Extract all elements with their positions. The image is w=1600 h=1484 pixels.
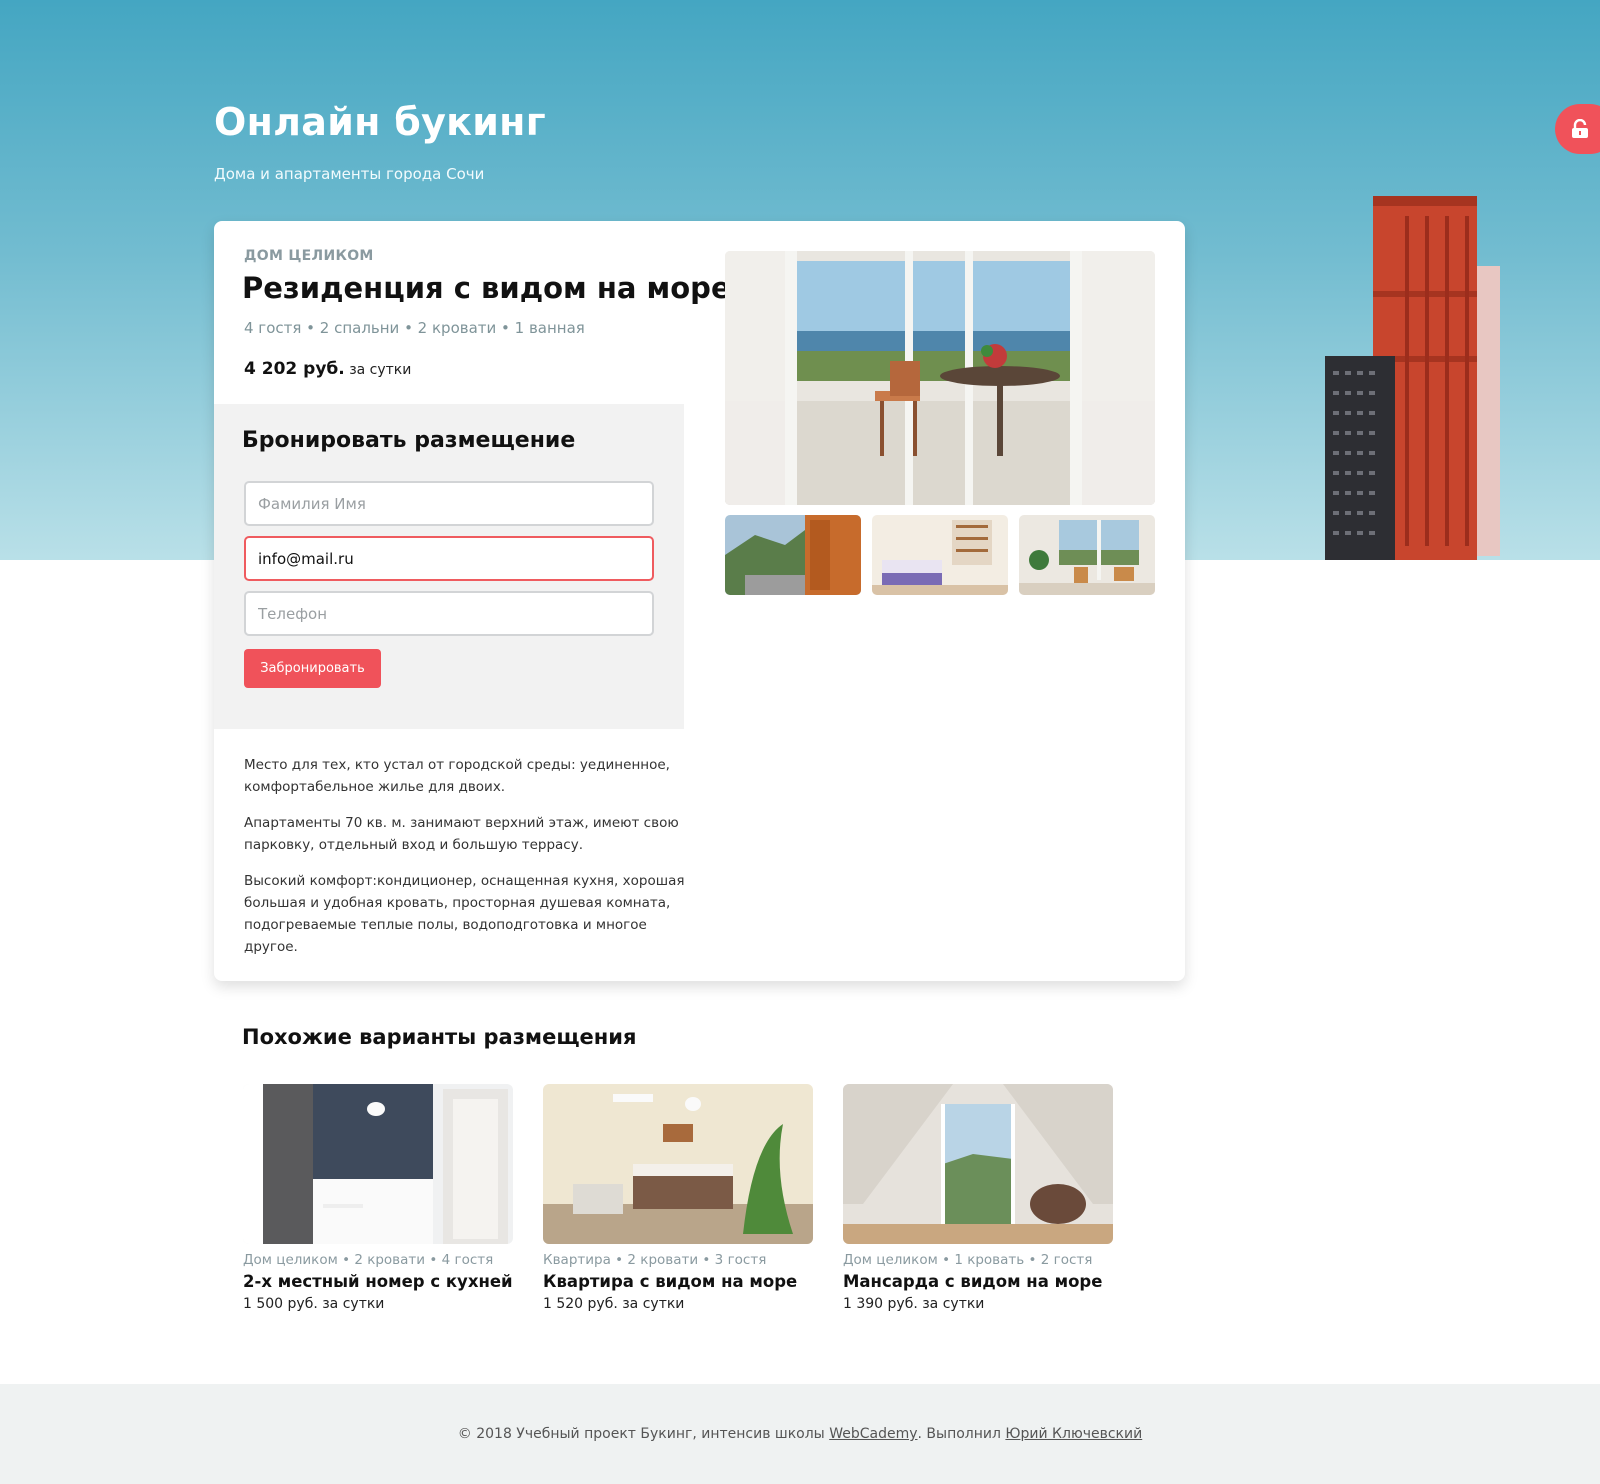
login-button[interactable] xyxy=(1555,104,1600,154)
similar-title: Похожие варианты размещения xyxy=(242,1025,637,1049)
lock-open-icon xyxy=(1571,119,1589,139)
main-photo[interactable] xyxy=(725,251,1155,505)
offer-meta: Дом целиком • 1 кровать • 2 гостя xyxy=(843,1252,1093,1268)
footer-middle: . Выполнил xyxy=(917,1426,1001,1442)
offer-name[interactable]: 2-х местный номер с кухней xyxy=(243,1272,513,1291)
description-paragraph: Апартаменты 70 кв. м. занимают верхний э… xyxy=(244,815,679,853)
name-field[interactable] xyxy=(244,481,654,526)
offer-price: 1 500 руб. за сутки xyxy=(243,1296,385,1312)
offer-card[interactable]: Дом целиком • 1 кровать • 2 гостя Мансар… xyxy=(843,1084,1113,1312)
offer-price: 1 520 руб. за сутки xyxy=(543,1296,685,1312)
listing-title: Резиденция с видом на море xyxy=(242,271,731,305)
price-suffix: за сутки xyxy=(349,362,412,378)
site-title: Онлайн букинг xyxy=(214,100,546,144)
offer-photo[interactable] xyxy=(843,1084,1113,1244)
buildings-illustration xyxy=(1325,196,1505,560)
footer: © 2018 Учебный проект Букинг, интенсив ш… xyxy=(0,1384,1600,1484)
gallery-thumb[interactable] xyxy=(1019,515,1155,595)
offer-meta: Дом целиком • 2 кровати • 4 гостя xyxy=(243,1252,494,1268)
offer-meta: Квартира • 2 кровати • 3 гостя xyxy=(543,1252,767,1268)
offer-card[interactable]: Дом целиком • 2 кровати • 4 гостя 2-х ме… xyxy=(243,1084,513,1312)
footer-school-link[interactable]: WebCademy xyxy=(829,1426,917,1442)
footer-copyright: © 2018 Учебный проект Букинг, интенсив ш… xyxy=(457,1426,825,1442)
offer-price: 1 390 руб. за сутки xyxy=(843,1296,985,1312)
listing-features: 4 гостя • 2 спальни • 2 кровати • 1 ванн… xyxy=(244,319,585,337)
offer-name[interactable]: Квартира с видом на море xyxy=(543,1272,813,1291)
footer-author-link[interactable]: Юрий Ключевский xyxy=(1005,1426,1142,1442)
booking-title: Бронировать размещение xyxy=(242,428,576,453)
gallery-thumb[interactable] xyxy=(872,515,1008,595)
site-subtitle: Дома и апартаменты города Сочи xyxy=(214,165,485,183)
description-paragraph: Высокий комфорт:кондиционер, оснащенная … xyxy=(244,873,685,955)
listing-price-row: 4 202 руб. за сутки xyxy=(244,359,411,379)
listing-description: Место для тех, кто устал от городской ср… xyxy=(244,754,689,972)
email-field[interactable] xyxy=(244,536,654,581)
offer-name[interactable]: Мансарда с видом на море xyxy=(843,1272,1113,1291)
offer-photo[interactable] xyxy=(243,1084,513,1244)
booking-form: Бронировать размещение Забронировать xyxy=(214,404,684,729)
offer-photo[interactable] xyxy=(543,1084,813,1244)
listing-price: 4 202 руб. xyxy=(244,359,345,379)
description-paragraph: Место для тех, кто устал от городской ср… xyxy=(244,757,670,795)
offer-card[interactable]: Квартира • 2 кровати • 3 гостя Квартира … xyxy=(543,1084,813,1312)
phone-field[interactable] xyxy=(244,591,654,636)
book-button[interactable]: Забронировать xyxy=(244,649,381,688)
listing-type: ДОМ ЦЕЛИКОМ xyxy=(244,248,374,264)
listing-card: ДОМ ЦЕЛИКОМ Резиденция с видом на море 4… xyxy=(214,221,1185,981)
gallery-thumb[interactable] xyxy=(725,515,861,595)
